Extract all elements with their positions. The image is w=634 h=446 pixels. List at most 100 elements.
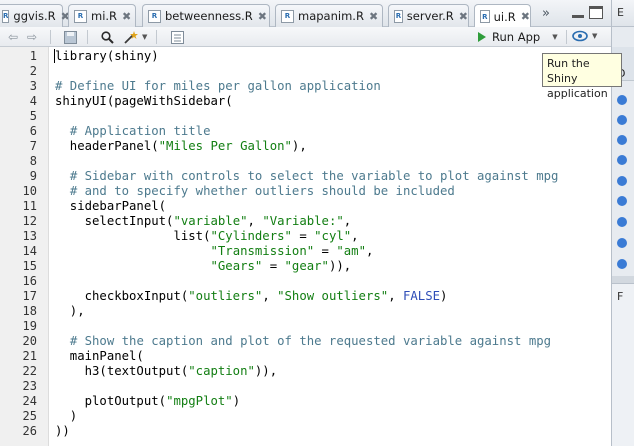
code-line[interactable]: library(shiny) xyxy=(55,49,159,64)
r-file-icon: R xyxy=(2,9,10,23)
line-number: 14 xyxy=(22,244,37,258)
minimize-icon[interactable] xyxy=(572,8,584,18)
code-token: "Gears" xyxy=(210,259,263,273)
code-token: mainPanel( xyxy=(55,349,144,363)
list-bullet-icon[interactable] xyxy=(617,176,627,186)
code-line[interactable]: # Sidebar with controls to select the va… xyxy=(55,169,559,184)
tab-label: ui.R xyxy=(493,9,516,24)
line-number: 8 xyxy=(29,154,37,168)
code-line[interactable]: checkboxInput("outliers", "Show outliers… xyxy=(55,289,448,304)
list-bullet-icon[interactable] xyxy=(617,95,627,105)
list-bullet-icon[interactable] xyxy=(617,259,627,269)
code-line[interactable]: plotOutput("mpgPlot") xyxy=(55,394,241,409)
code-tools-wand-icon[interactable] xyxy=(124,29,138,45)
code-token: (shiny) xyxy=(106,49,159,63)
list-bullet-icon[interactable] xyxy=(617,155,627,165)
code-line[interactable]: sidebarPanel( xyxy=(55,199,166,214)
line-number: 2 xyxy=(29,64,37,78)
code-token: # and to specify whether outliers should… xyxy=(69,184,455,198)
code-token: ), xyxy=(291,139,307,153)
tab-label: betweenness.R xyxy=(165,9,253,23)
line-number-gutter: 1 2 3 4 5 6 7 8 9 10 11 12 13 14 15 16 17 18 19 20 21 22 23 24 2… xyxy=(0,47,49,446)
run-app-button[interactable]: Run App ▼ xyxy=(478,29,558,45)
back-arrow-icon[interactable]: ⇦ xyxy=(8,29,18,45)
code-line[interactable]: mainPanel( xyxy=(55,349,144,364)
forward-arrow-icon[interactable]: ⇨ xyxy=(27,29,37,45)
maximize-icon[interactable] xyxy=(589,6,603,19)
code-token: )), xyxy=(254,364,278,378)
tab-mi[interactable]: R mi.R ✖ xyxy=(68,4,136,27)
right-pane-tab[interactable]: E xyxy=(612,0,634,27)
code-token: , xyxy=(365,244,374,258)
save-icon[interactable] xyxy=(64,29,77,45)
code-line[interactable]: list("Cylinders" = "cyl", xyxy=(55,229,359,244)
tab-betweenness[interactable]: R betweenness.R ✖ xyxy=(142,4,270,27)
code-line[interactable]: ) xyxy=(55,409,77,424)
tab-mapanim[interactable]: R mapanim.R ✖ xyxy=(275,4,383,27)
code-token: "Cylinders" xyxy=(210,229,292,243)
code-token: list( xyxy=(55,229,211,243)
line-number: 9 xyxy=(29,169,37,183)
code-line[interactable]: selectInput("variable", "Variable:", xyxy=(55,214,352,229)
list-bullet-icon[interactable] xyxy=(617,217,627,227)
code-token: plotOutput( xyxy=(55,394,167,408)
close-icon[interactable]: ✖ xyxy=(521,10,530,23)
viewer-icon xyxy=(572,30,588,42)
line-number: 6 xyxy=(29,124,37,138)
line-number: 20 xyxy=(22,334,37,348)
code-token: "Miles Per Gallon" xyxy=(158,139,292,153)
code-token: "caption" xyxy=(188,364,255,378)
close-icon[interactable]: ✖ xyxy=(122,10,131,23)
code-line[interactable]: # and to specify whether outliers should… xyxy=(55,184,455,199)
tab-ui[interactable]: R ui.R ✖ xyxy=(474,4,531,28)
code-token: h3(textOutput( xyxy=(55,364,189,378)
code-line[interactable]: headerPanel("Miles Per Gallon"), xyxy=(55,139,307,154)
code-line[interactable]: "Transmission" = "am", xyxy=(55,244,373,259)
code-line[interactable]: # Application title xyxy=(55,124,211,139)
code-editor[interactable]: 1 2 3 4 5 6 7 8 9 10 11 12 13 14 15 16 17 18 19 20 21 22 23 24 2… xyxy=(0,47,611,446)
tab-label: mi.R xyxy=(91,9,118,23)
code-line[interactable]: )) xyxy=(55,424,70,439)
code-line[interactable]: # Define UI for miles per gallon applica… xyxy=(55,79,381,94)
code-line[interactable]: ), xyxy=(55,304,85,319)
close-icon[interactable]: ✖ xyxy=(459,10,468,23)
line-number: 24 xyxy=(22,394,37,408)
code-token: "variable" xyxy=(173,214,248,228)
code-token: "mpgPlot" xyxy=(166,394,233,408)
code-token: "Transmission" xyxy=(210,244,315,258)
code-token: # Define UI for miles per gallon applica… xyxy=(55,79,381,93)
tab-overflow-icon[interactable]: » xyxy=(542,6,550,21)
r-file-icon: R xyxy=(480,10,490,23)
list-bullet-icon[interactable] xyxy=(617,196,627,206)
viewer-options-button[interactable]: ▼ xyxy=(572,30,597,42)
code-token: FALSE xyxy=(403,289,441,303)
line-number: 18 xyxy=(22,304,37,318)
r-file-icon: R xyxy=(281,9,294,23)
chevron-down-icon[interactable]: ▼ xyxy=(552,33,557,41)
line-number: 1 xyxy=(29,49,37,63)
code-line[interactable]: shinyUI(pageWithSidebar( xyxy=(55,94,233,109)
list-bullet-icon[interactable] xyxy=(617,135,627,145)
tab-ggvis[interactable]: R ggvis.R ✖ xyxy=(0,4,70,27)
dropdown-caret-icon[interactable]: ▼ xyxy=(142,29,147,45)
pane-splitter[interactable] xyxy=(612,276,634,283)
code-line[interactable]: "Gears" = "gear")), xyxy=(55,259,351,274)
code-token: "cyl" xyxy=(314,229,352,243)
search-icon[interactable] xyxy=(101,29,114,45)
code-line[interactable]: h3(textOutput("caption")), xyxy=(55,364,278,379)
code-line[interactable]: # Show the caption and plot of the reque… xyxy=(55,334,551,349)
right-pane-lower-tab[interactable]: F xyxy=(612,283,634,446)
list-bullet-icon[interactable] xyxy=(617,238,627,248)
line-number: 17 xyxy=(22,289,37,303)
list-bullet-icon[interactable] xyxy=(617,115,627,125)
line-number: 10 xyxy=(22,184,37,198)
code-token: headerPanel( xyxy=(55,139,159,153)
code-token: , xyxy=(351,229,359,243)
document-outline-icon[interactable] xyxy=(171,29,184,45)
close-icon[interactable]: ✖ xyxy=(258,10,267,23)
tab-server[interactable]: R server.R ✖ xyxy=(388,4,469,27)
close-icon[interactable]: ✖ xyxy=(369,10,378,23)
